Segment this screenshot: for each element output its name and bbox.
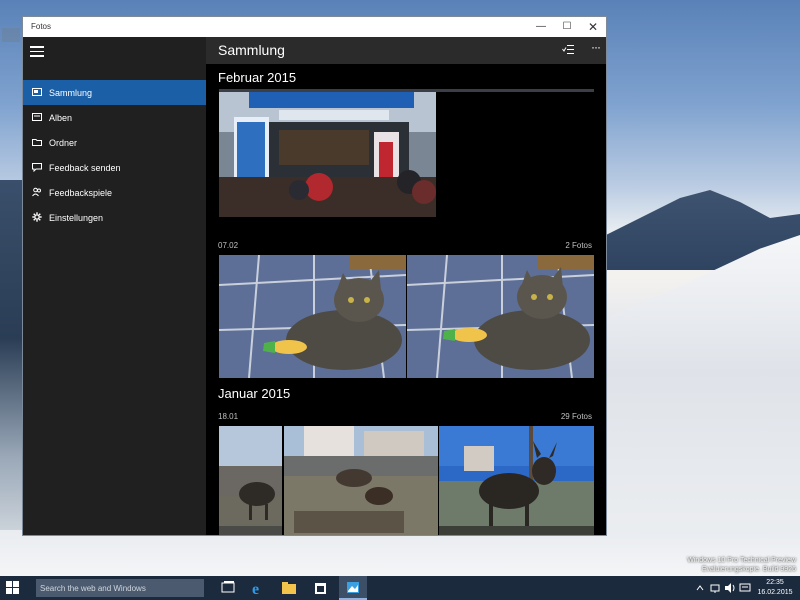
navigation-pane: Sammlung Alben Ordner Feedback senden Fe… — [23, 37, 206, 535]
people-icon — [32, 187, 41, 197]
task-view-icon[interactable] — [214, 576, 242, 600]
photo-thumbnail[interactable] — [219, 426, 282, 536]
sidebar-item-einstellungen[interactable]: Einstellungen — [23, 205, 206, 230]
photo-thumbnail[interactable] — [284, 426, 438, 536]
taskbar: Search the web and Windows e 22:35 16.02… — [0, 576, 800, 600]
desktop-icon[interactable] — [2, 28, 20, 42]
collection-view: Sammlung ··· Februar 2015 07.02 2 Fotos — [206, 37, 606, 536]
sidebar-item-sammlung[interactable]: Sammlung — [23, 80, 206, 105]
sidebar-item-alben[interactable]: Alben — [23, 105, 206, 130]
watermark-line-2: Evaluierungskopie. Build 9926 — [701, 566, 796, 573]
clock-date: 16.02.2015 — [757, 589, 793, 596]
gear-icon — [32, 212, 42, 222]
page-header: Sammlung ··· — [206, 37, 606, 64]
photo-thumbnail[interactable] — [219, 255, 406, 378]
day-date: 07.02 — [218, 241, 239, 250]
month-heading: Januar 2015 — [218, 386, 291, 401]
album-icon — [32, 113, 42, 121]
search-input[interactable]: Search the web and Windows — [36, 579, 204, 597]
sidebar-item-label: Einstellungen — [49, 213, 104, 223]
sidebar-item-label: Feedbackspiele — [49, 188, 113, 198]
sidebar-item-ordner[interactable]: Ordner — [23, 130, 206, 155]
month-heading: Februar 2015 — [218, 70, 297, 85]
volume-icon[interactable] — [724, 582, 736, 594]
sidebar-item-label: Alben — [49, 113, 73, 123]
file-explorer-icon[interactable] — [275, 576, 303, 600]
clock-time: 22:35 — [766, 579, 784, 586]
network-icon[interactable] — [709, 582, 721, 594]
folder-icon — [32, 139, 42, 146]
window-title: Fotos — [31, 22, 52, 31]
photo-count: 29 Fotos — [560, 412, 592, 421]
windows-start-icon[interactable] — [6, 581, 20, 595]
select-icon[interactable] — [562, 44, 574, 55]
day-date: 18.01 — [218, 412, 239, 421]
internet-explorer-icon[interactable]: e — [244, 576, 272, 600]
taskbar-clock[interactable]: 22:35 16.02.2015 — [752, 578, 798, 598]
store-icon[interactable] — [306, 576, 334, 600]
maximize-button[interactable]: ☐ — [553, 17, 581, 37]
action-center-icon[interactable] — [739, 582, 751, 594]
collection-icon — [32, 88, 42, 96]
sidebar-item-label: Sammlung — [49, 88, 93, 98]
title-bar[interactable]: Fotos — ☐ ✕ — [23, 17, 606, 37]
sidebar-item-label: Feedback senden — [49, 163, 121, 173]
chevron-up-icon[interactable] — [694, 582, 706, 594]
hamburger-icon[interactable] — [30, 46, 44, 57]
feedback-icon — [32, 163, 42, 172]
sidebar-item-feedbackspiele[interactable]: Feedbackspiele — [23, 180, 206, 205]
photos-app-window: Fotos — ☐ ✕ Sammlung Alben Ordner Feedba… — [22, 16, 607, 536]
snow-slope — [600, 235, 800, 576]
snow-foreground — [0, 530, 800, 576]
mountain-left — [0, 180, 22, 576]
build-watermark: Windows 10 Pro Technical Preview Evaluie… — [687, 556, 796, 574]
sidebar-item-feedback-senden[interactable]: Feedback senden — [23, 155, 206, 180]
minimize-button[interactable]: — — [527, 17, 555, 37]
sidebar-item-label: Ordner — [49, 138, 78, 148]
photo-count: 2 Fotos — [565, 241, 592, 250]
photo-thumbnail[interactable] — [439, 426, 594, 536]
watermark-line-1: Windows 10 Pro Technical Preview — [687, 557, 796, 564]
more-options-icon[interactable]: ··· — [591, 40, 601, 54]
svg-text:e: e — [252, 581, 259, 598]
photo-thumbnail[interactable] — [219, 92, 436, 217]
page-title: Sammlung — [218, 42, 285, 58]
photo-thumbnail[interactable] — [407, 255, 594, 378]
photos-icon[interactable] — [339, 576, 367, 600]
close-button[interactable]: ✕ — [579, 17, 606, 37]
